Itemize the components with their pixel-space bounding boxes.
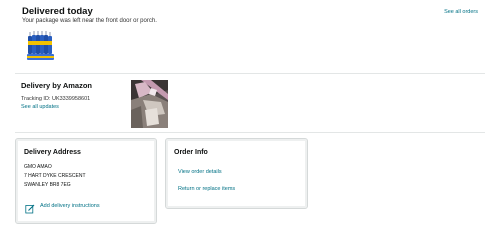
edit-pencil-icon[interactable] bbox=[25, 201, 35, 214]
address-line-town: SWANLEY BR8 7EG bbox=[24, 182, 71, 188]
see-all-orders-link[interactable]: See all orders bbox=[444, 9, 478, 15]
delivery-carrier-heading: Delivery by Amazon bbox=[21, 81, 92, 90]
section-divider bbox=[15, 132, 485, 133]
delivery-photo[interactable] bbox=[131, 80, 168, 128]
product-thumbnail[interactable] bbox=[26, 30, 56, 62]
delivery-status-message: Your package was left near the front doo… bbox=[22, 18, 157, 24]
view-order-details-link[interactable]: View order details bbox=[178, 169, 222, 175]
delivery-address-card: Delivery Address GMO AMAO 7 HART DYKE CR… bbox=[15, 138, 157, 224]
address-line-name: GMO AMAO bbox=[24, 164, 52, 170]
spray-can-pack-image bbox=[27, 31, 54, 60]
delivery-proof-photo-image bbox=[131, 80, 168, 128]
order-info-card: Order Info View order details Return or … bbox=[165, 138, 308, 209]
page-title: Delivered today bbox=[22, 6, 93, 17]
tracking-id: Tracking ID: UK3339958601 bbox=[21, 96, 91, 102]
order-info-heading: Order Info bbox=[174, 149, 208, 156]
see-all-updates-link[interactable]: See all updates bbox=[21, 104, 59, 110]
return-or-replace-items-link[interactable]: Return or replace items bbox=[178, 186, 235, 192]
address-line-street: 7 HART DYKE CRESCENT bbox=[24, 173, 86, 179]
section-divider bbox=[15, 73, 485, 74]
delivery-address-heading: Delivery Address bbox=[24, 149, 81, 156]
order-status-page: Delivered today Your package was left ne… bbox=[0, 0, 500, 252]
add-delivery-instructions-link[interactable]: Add delivery instructions bbox=[40, 203, 100, 209]
